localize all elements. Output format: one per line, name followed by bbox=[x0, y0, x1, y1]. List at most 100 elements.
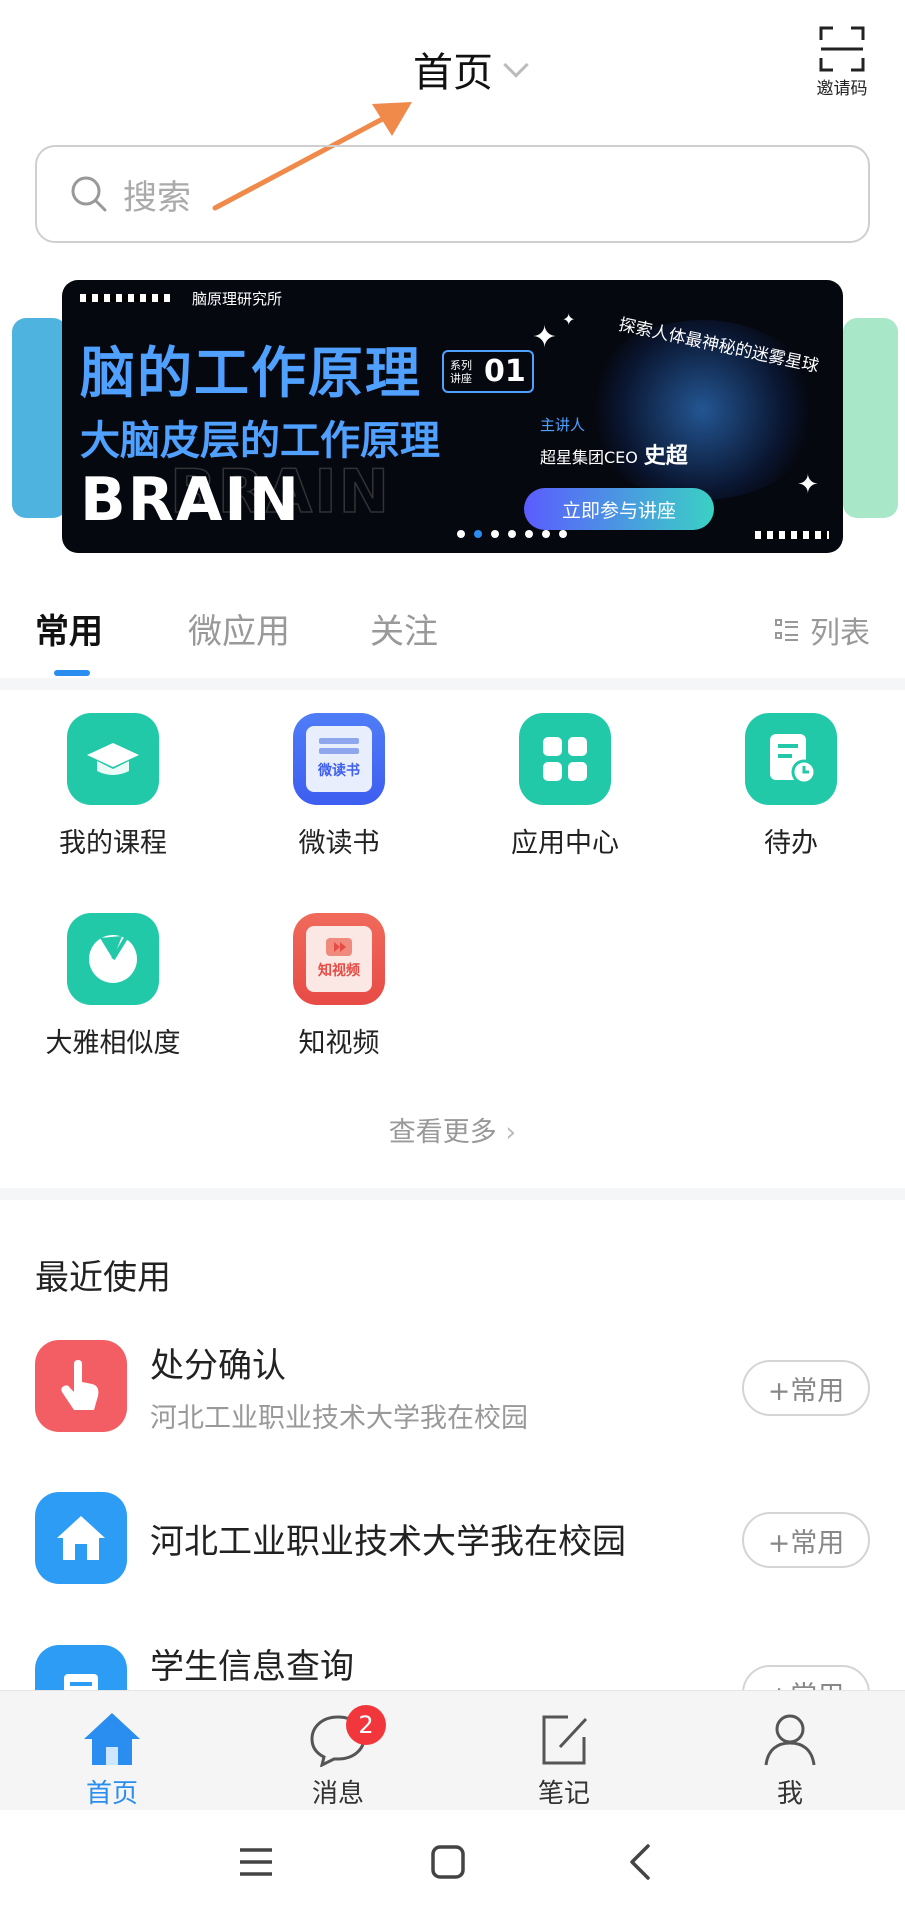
list-view-toggle[interactable]: 列表 bbox=[774, 608, 870, 652]
list-item[interactable]: 处分确认 河北工业职业技术大学我在校园 +常用 bbox=[0, 1340, 905, 1440]
sparkle-icon: ✦ bbox=[797, 470, 819, 500]
tab-following[interactable]: 关注 bbox=[370, 604, 438, 653]
home-button-icon[interactable] bbox=[430, 1844, 466, 1880]
recent-item-title: 处分确认 bbox=[150, 1346, 286, 1386]
app-label: 应用中心 bbox=[511, 828, 619, 859]
app-label: 大雅相似度 bbox=[45, 1028, 181, 1059]
video-icon: 知视频 bbox=[293, 913, 385, 1005]
app-my-courses[interactable]: 我的课程 bbox=[0, 713, 226, 860]
speaker-info: 超星集团CEO 史超 bbox=[540, 438, 688, 470]
header: 首页 邀请码 bbox=[0, 0, 905, 135]
graduation-cap-icon bbox=[67, 713, 159, 805]
next-banner-card[interactable] bbox=[843, 318, 898, 518]
list-icon bbox=[775, 619, 798, 641]
speaker-org: 超星集团CEO bbox=[540, 448, 638, 467]
app-todo[interactable]: 待办 bbox=[678, 713, 904, 860]
scan-icon bbox=[819, 26, 865, 72]
divider bbox=[0, 678, 905, 690]
banner-org: 脑原理研究所 bbox=[192, 290, 283, 308]
carousel-dot bbox=[457, 530, 465, 538]
house-icon bbox=[35, 1492, 127, 1584]
speaker-name: 史超 bbox=[643, 444, 688, 469]
list-item[interactable]: 河北工业职业技术大学我在校园 +常用 bbox=[0, 1492, 905, 1592]
banner-headline: 脑的工作原理 bbox=[80, 341, 423, 405]
app-label: 知视频 bbox=[298, 1028, 380, 1059]
app-label: 待办 bbox=[764, 828, 818, 859]
join-lecture-button[interactable]: 立即参与讲座 bbox=[524, 488, 714, 530]
add-to-common-button[interactable]: +常用 bbox=[742, 1512, 870, 1568]
app-micro-reading[interactable]: 微读书 微读书 bbox=[226, 713, 452, 860]
book-icon: 微读书 bbox=[293, 713, 385, 805]
pie-chart-icon bbox=[67, 913, 159, 1005]
series-tag: 系列讲座 01 bbox=[442, 350, 534, 393]
banner-checker-strip bbox=[80, 294, 170, 302]
carousel-dot bbox=[525, 530, 533, 538]
page-title-dropdown[interactable]: 首页 bbox=[413, 40, 529, 98]
recent-section-title: 最近使用 bbox=[35, 1258, 171, 1298]
nav-label: 笔记 bbox=[537, 1779, 590, 1809]
list-item[interactable]: 学生信息查询 +常用 bbox=[0, 1645, 905, 1690]
note-edit-icon bbox=[542, 1715, 588, 1765]
recent-item-title: 学生信息查询 bbox=[150, 1647, 354, 1687]
bottom-nav: 首页 2 消息 笔记 我 bbox=[0, 1690, 905, 1810]
banner-slide[interactable]: 脑原理研究所 脑的工作原理 系列讲座 01 大脑皮层的工作原理 BRAIN BR… bbox=[62, 280, 843, 553]
list-toggle-label: 列表 bbox=[810, 616, 870, 651]
nav-label: 首页 bbox=[85, 1779, 138, 1809]
section-tabs: 常用 微应用 关注 列表 bbox=[0, 600, 905, 680]
page-title: 首页 bbox=[413, 50, 493, 96]
view-more-link[interactable]: 查看更多 › bbox=[0, 1110, 905, 1149]
active-tab-indicator bbox=[54, 670, 90, 676]
document-icon bbox=[35, 1645, 127, 1690]
todo-clock-icon bbox=[745, 713, 837, 805]
carousel-dot bbox=[508, 530, 516, 538]
invite-code-button[interactable]: 邀请码 bbox=[807, 26, 877, 99]
nav-label: 我 bbox=[776, 1779, 803, 1809]
tab-micro-apps[interactable]: 微应用 bbox=[188, 604, 290, 653]
system-navigation-bar bbox=[0, 1810, 905, 1919]
series-label: 系列讲座 bbox=[450, 358, 472, 385]
add-to-common-button[interactable]: +常用 bbox=[742, 1665, 870, 1690]
nav-item-notes[interactable]: 笔记 bbox=[504, 1711, 624, 1810]
app-label: 我的课程 bbox=[59, 828, 167, 859]
app-daya-similarity[interactable]: 大雅相似度 bbox=[0, 913, 226, 1060]
nav-item-home[interactable]: 首页 bbox=[52, 1711, 172, 1810]
view-more-label: 查看更多 bbox=[388, 1117, 497, 1148]
carousel-dot-active bbox=[474, 530, 482, 538]
nav-item-me[interactable]: 我 bbox=[730, 1711, 850, 1810]
invite-code-label: 邀请码 bbox=[816, 79, 868, 99]
search-bar[interactable]: 搜索 bbox=[35, 145, 870, 243]
add-to-common-button[interactable]: +常用 bbox=[742, 1360, 870, 1416]
banner-checker-strip bbox=[755, 531, 829, 539]
tab-common[interactable]: 常用 bbox=[35, 604, 103, 653]
recent-item-subtitle: 河北工业职业技术大学我在校园 bbox=[150, 1403, 528, 1434]
chevron-right-icon: › bbox=[505, 1117, 517, 1148]
banner-brand-word: BRAIN bbox=[80, 465, 301, 535]
banner-carousel[interactable]: 脑原理研究所 脑的工作原理 系列讲座 01 大脑皮层的工作原理 BRAIN BR… bbox=[0, 280, 905, 555]
nav-label: 消息 bbox=[311, 1779, 364, 1809]
home-icon bbox=[84, 1713, 140, 1765]
chevron-down-icon bbox=[503, 52, 529, 78]
previous-banner-card[interactable] bbox=[12, 318, 67, 518]
recent-apps-icon[interactable] bbox=[238, 1846, 274, 1878]
unread-badge: 2 bbox=[346, 1705, 386, 1745]
recent-item-title: 河北工业职业技术大学我在校园 bbox=[150, 1522, 626, 1562]
carousel-indicator bbox=[457, 530, 567, 538]
back-icon[interactable] bbox=[626, 1842, 652, 1882]
search-input[interactable]: 搜索 bbox=[123, 170, 191, 219]
sparkle-icon: ✦ bbox=[532, 320, 558, 355]
speaker-label: 主讲人 bbox=[540, 416, 586, 434]
app-grid-icon bbox=[519, 713, 611, 805]
series-number: 01 bbox=[484, 354, 526, 389]
carousel-dot bbox=[491, 530, 499, 538]
app-label: 微读书 bbox=[298, 828, 380, 859]
search-icon bbox=[71, 176, 107, 212]
app-zhi-video[interactable]: 知视频 知视频 bbox=[226, 913, 452, 1060]
video-icon-text: 知视频 bbox=[318, 963, 360, 979]
carousel-dot bbox=[559, 530, 567, 538]
nav-item-messages[interactable]: 2 消息 bbox=[278, 1705, 398, 1810]
app-app-center[interactable]: 应用中心 bbox=[452, 713, 678, 860]
sparkle-icon: ✦ bbox=[562, 310, 576, 329]
book-icon-text: 微读书 bbox=[318, 763, 360, 779]
divider bbox=[0, 1188, 905, 1200]
hand-tap-icon bbox=[35, 1340, 127, 1432]
